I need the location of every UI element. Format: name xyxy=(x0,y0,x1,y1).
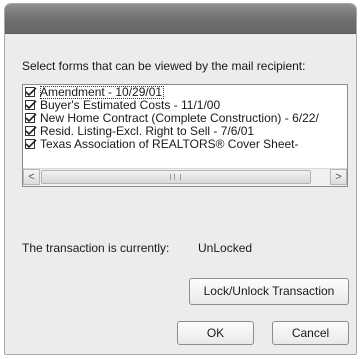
forms-list[interactable]: Amendment - 10/29/01 Buyer's Estimated Co… xyxy=(22,84,348,187)
grip-icon xyxy=(170,174,181,180)
title-bar[interactable] xyxy=(5,4,356,34)
horizontal-scrollbar[interactable]: < > xyxy=(23,168,347,186)
checkmark-document-icon[interactable] xyxy=(25,126,37,136)
scroll-thumb[interactable] xyxy=(41,170,311,184)
form-list-item-label: Texas Association of REALTORS® Cover She… xyxy=(40,137,299,151)
checkmark-document-icon[interactable] xyxy=(25,113,37,123)
status-label: The transaction is currently: xyxy=(22,241,170,255)
checkmark-document-icon[interactable] xyxy=(25,87,37,97)
instructions-text: Select forms that can be viewed by the m… xyxy=(22,59,306,73)
ok-button[interactable]: OK xyxy=(177,321,254,345)
status-value: UnLocked xyxy=(198,241,253,255)
checkmark-document-icon[interactable] xyxy=(25,100,37,110)
cancel-button[interactable]: Cancel xyxy=(272,321,349,345)
lock-unlock-button[interactable]: Lock/Unlock Transaction xyxy=(189,278,349,305)
scroll-right-button[interactable]: > xyxy=(330,169,347,185)
scroll-left-button[interactable]: < xyxy=(23,169,40,185)
checkmark-document-icon[interactable] xyxy=(25,139,37,149)
forms-list-items: Amendment - 10/29/01 Buyer's Estimated Co… xyxy=(24,86,346,151)
form-list-item[interactable]: Texas Association of REALTORS® Cover She… xyxy=(24,138,346,151)
forms-dialog: Select forms that can be viewed by the m… xyxy=(4,3,357,355)
